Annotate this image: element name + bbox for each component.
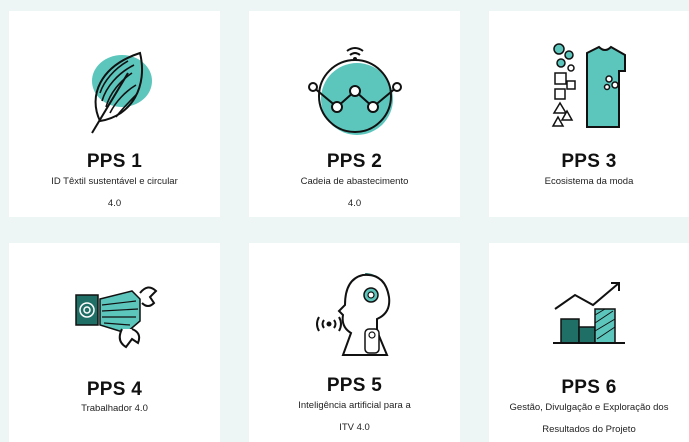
pps-card-2[interactable]: PPS 2 Cadeia de abastecimento 4.0: [249, 11, 460, 217]
ai-head-icon: [305, 269, 405, 364]
card-title: PPS 1: [86, 151, 143, 172]
card-description: Inteligência artificial para a ITV 4.0: [298, 400, 411, 433]
card-title: PPS 5: [326, 375, 383, 396]
card-title: PPS 2: [326, 151, 383, 172]
card-title: PPS 6: [561, 377, 617, 398]
network-globe-icon: [305, 41, 405, 146]
card-description: Trabalhador 4.0: [81, 403, 148, 414]
card-description: Ecosistema da moda: [544, 176, 634, 187]
card-description: Gestão, Divulgação e Exploração dos Resu…: [509, 402, 669, 435]
card-description: Cadeia de abastecimento 4.0: [300, 176, 409, 209]
pps-card-5[interactable]: PPS 5 Inteligência artificial para a ITV…: [249, 243, 460, 442]
pps-card-3[interactable]: PPS 3 Ecosistema da moda: [489, 11, 689, 217]
card-title: PPS 3: [561, 151, 617, 172]
pps-card-6[interactable]: PPS 6 Gestão, Divulgação e Exploração do…: [489, 243, 689, 442]
tshirt-shapes-icon: [549, 41, 629, 146]
leaf-fingerprint-icon: [70, 41, 160, 146]
pps-card-1[interactable]: PPS 1 ID Têxtil sustentável e circular 4…: [9, 11, 220, 217]
growth-chart-icon: [549, 279, 629, 356]
robotic-hand-icon: [70, 281, 160, 356]
pps-card-4[interactable]: PPS 4 Trabalhador 4.0: [9, 243, 220, 442]
card-description: ID Têxtil sustentável e circular 4.0: [51, 176, 178, 209]
